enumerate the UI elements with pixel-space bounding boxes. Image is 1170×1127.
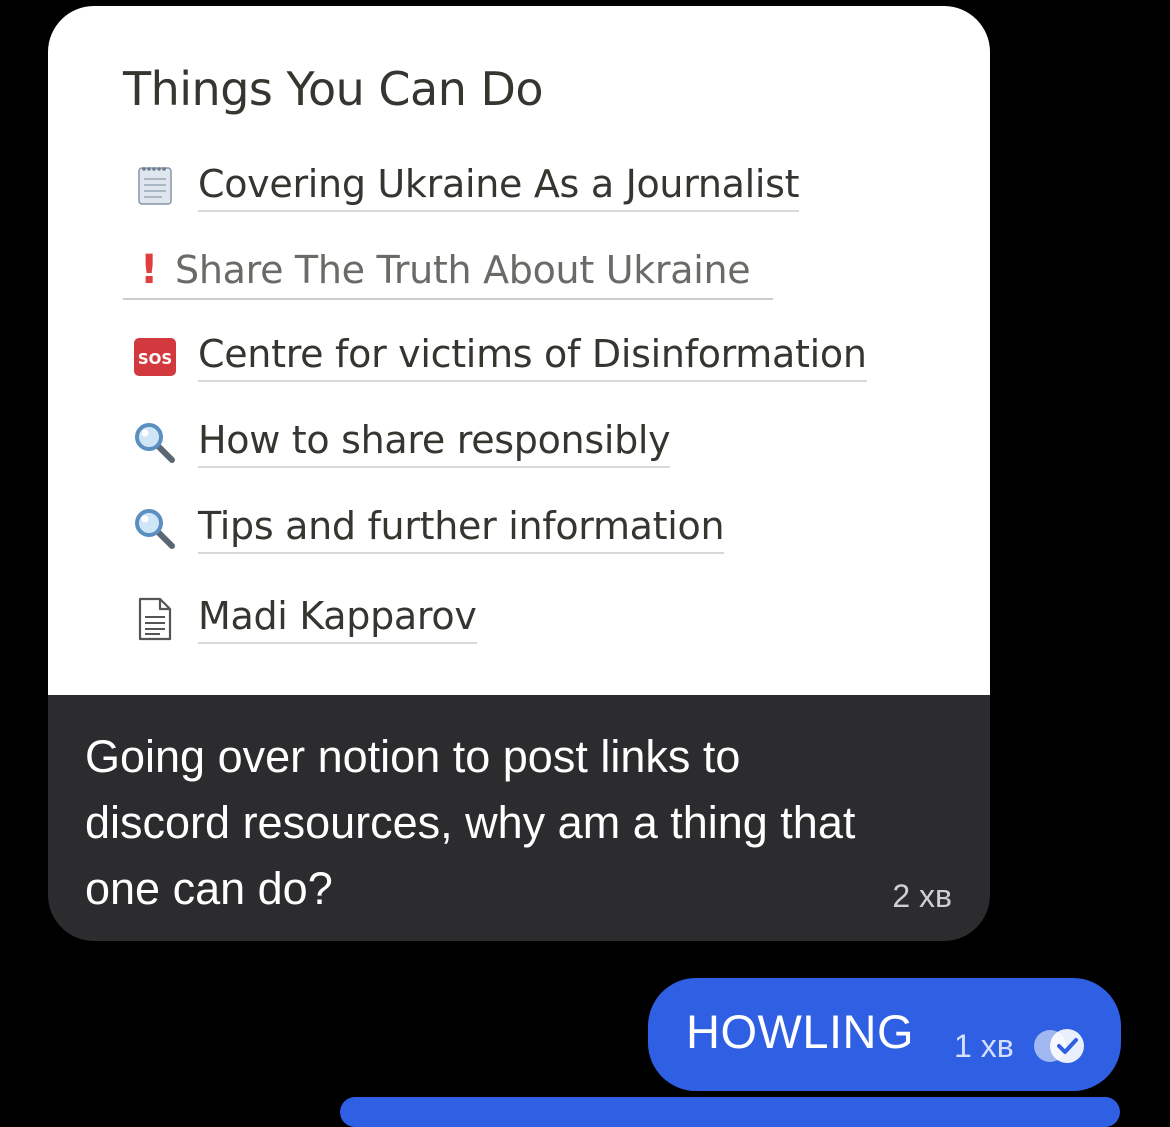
incoming-message-time: 2 хв (892, 878, 952, 914)
link-item-label: How to share responsibly (198, 414, 671, 468)
sos-icon: SOS (132, 336, 178, 382)
read-receipt-icon (1031, 1027, 1089, 1065)
link-item-share-truth[interactable]: ! Share The Truth About Ukraine (48, 244, 990, 304)
next-outgoing-bubble-edge (340, 1097, 1120, 1127)
link-item-label: Tips and further information (198, 500, 725, 554)
document-icon (132, 596, 178, 642)
notepad-icon (132, 162, 178, 208)
link-item-centre-victims[interactable]: SOS Centre for victims of Disinformation (48, 328, 990, 388)
link-item-tips[interactable]: Tips and further information (48, 500, 990, 560)
link-item-madi-kapparov[interactable]: Madi Kapparov (48, 590, 990, 650)
magnifier-icon (132, 506, 178, 552)
link-item-label: Share The Truth About Ukraine (175, 248, 751, 292)
notion-screenshot-preview[interactable]: Things You Can Do Covering Ukraine As a … (48, 6, 990, 695)
outgoing-message-text: HOWLING (686, 1005, 915, 1058)
link-item-label: Covering Ukraine As a Journalist (198, 158, 800, 212)
incoming-message-text: Going over notion to post links to disco… (85, 731, 856, 914)
outgoing-message-bubble[interactable]: HOWLING 1 хв (648, 978, 1121, 1091)
outgoing-message-time: 1 хв (954, 1028, 1014, 1064)
link-item-label: Centre for victims of Disinformation (198, 328, 867, 382)
link-item-share-responsibly[interactable]: How to share responsibly (48, 414, 990, 474)
link-underline (123, 298, 773, 300)
sos-badge-text: SOS (138, 350, 172, 368)
magnifier-icon (132, 420, 178, 466)
incoming-message-bubble[interactable]: Things You Can Do Covering Ukraine As a … (48, 6, 990, 941)
exclamation-icon: ! (140, 247, 159, 293)
link-item-covering-ukraine[interactable]: Covering Ukraine As a Journalist (48, 158, 990, 218)
preview-title: Things You Can Do (123, 62, 544, 116)
link-item-label: Madi Kapparov (198, 590, 477, 644)
